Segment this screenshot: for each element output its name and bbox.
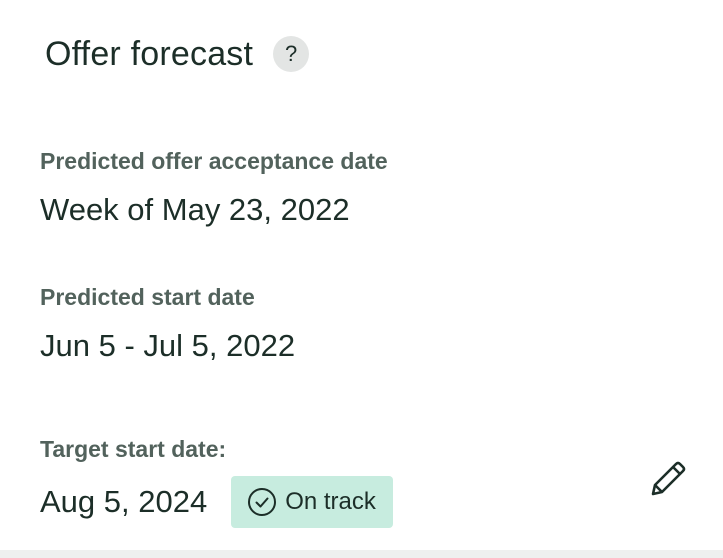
status-badge-label: On track bbox=[285, 488, 376, 515]
predicted-start-field: Predicted start date Jun 5 - Jul 5, 2022 bbox=[40, 282, 295, 366]
edit-target-date-button[interactable] bbox=[644, 456, 692, 504]
offer-forecast-panel: Offer forecast ? Predicted offer accepta… bbox=[0, 0, 723, 550]
status-badge: On track bbox=[231, 476, 393, 528]
predicted-start-label: Predicted start date bbox=[40, 284, 255, 310]
predicted-offer-acceptance-field: Predicted offer acceptance date Week of … bbox=[40, 146, 388, 230]
target-start-label: Target start date: bbox=[40, 436, 227, 462]
panel-bottom-divider bbox=[0, 550, 723, 558]
help-icon[interactable]: ? bbox=[273, 36, 310, 72]
predicted-offer-acceptance-label: Predicted offer acceptance date bbox=[40, 148, 388, 174]
target-start-value-row: Aug 5, 2024 On track bbox=[40, 476, 700, 528]
pencil-icon bbox=[646, 456, 690, 505]
check-circle-icon bbox=[247, 487, 277, 517]
target-start-value: Aug 5, 2024 bbox=[40, 484, 208, 519]
panel-header: Offer forecast ? bbox=[45, 32, 310, 76]
panel-title: Offer forecast bbox=[45, 35, 254, 73]
predicted-start-value: Jun 5 - Jul 5, 2022 bbox=[40, 328, 296, 363]
target-start-field: Target start date: Aug 5, 2024 On track bbox=[40, 434, 700, 528]
predicted-offer-acceptance-value: Week of May 23, 2022 bbox=[40, 192, 350, 227]
